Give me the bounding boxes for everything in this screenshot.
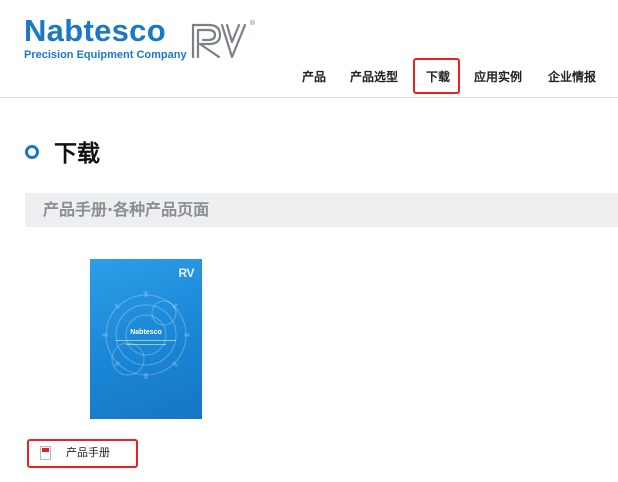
brand-tagline: Precision Equipment Company xyxy=(24,49,187,61)
nav-item-product-selection[interactable]: 产品选型 xyxy=(350,68,398,86)
brochure-cover-image[interactable]: RV Nabtesco xyxy=(90,259,202,419)
rv-product-logo: ® xyxy=(191,19,256,59)
gear-graphic xyxy=(102,291,190,379)
cover-brand: Nabtesco xyxy=(130,329,162,336)
nav-item-company-info[interactable]: 企业情报 xyxy=(548,68,596,86)
site-header: Nabtesco Precision Equipment Company ® 产… xyxy=(0,0,618,98)
nav-item-applications[interactable]: 应用实例 xyxy=(474,68,522,86)
cover-subtitle-line xyxy=(126,344,166,345)
nabtesco-logo[interactable]: Nabtesco Precision Equipment Company xyxy=(24,13,187,62)
section-header: 产品手册·各种产品页面 xyxy=(25,193,618,227)
manual-link-highlight-box xyxy=(27,439,138,468)
nav-item-products[interactable]: 产品 xyxy=(302,68,326,86)
cover-subtitle-line xyxy=(116,340,176,341)
page-title: 下载 xyxy=(54,141,100,167)
title-bullet-icon xyxy=(25,145,39,159)
download-nav-highlight-box xyxy=(413,58,460,94)
main-nav: 产品 产品选型 下载 应用实例 企业情报 xyxy=(0,68,618,88)
brand-name: Nabtesco xyxy=(24,13,166,48)
cover-rv-logo: RV xyxy=(178,266,195,280)
svg-text:®: ® xyxy=(249,19,256,27)
section-title: 产品手册·各种产品页面 xyxy=(43,200,210,219)
